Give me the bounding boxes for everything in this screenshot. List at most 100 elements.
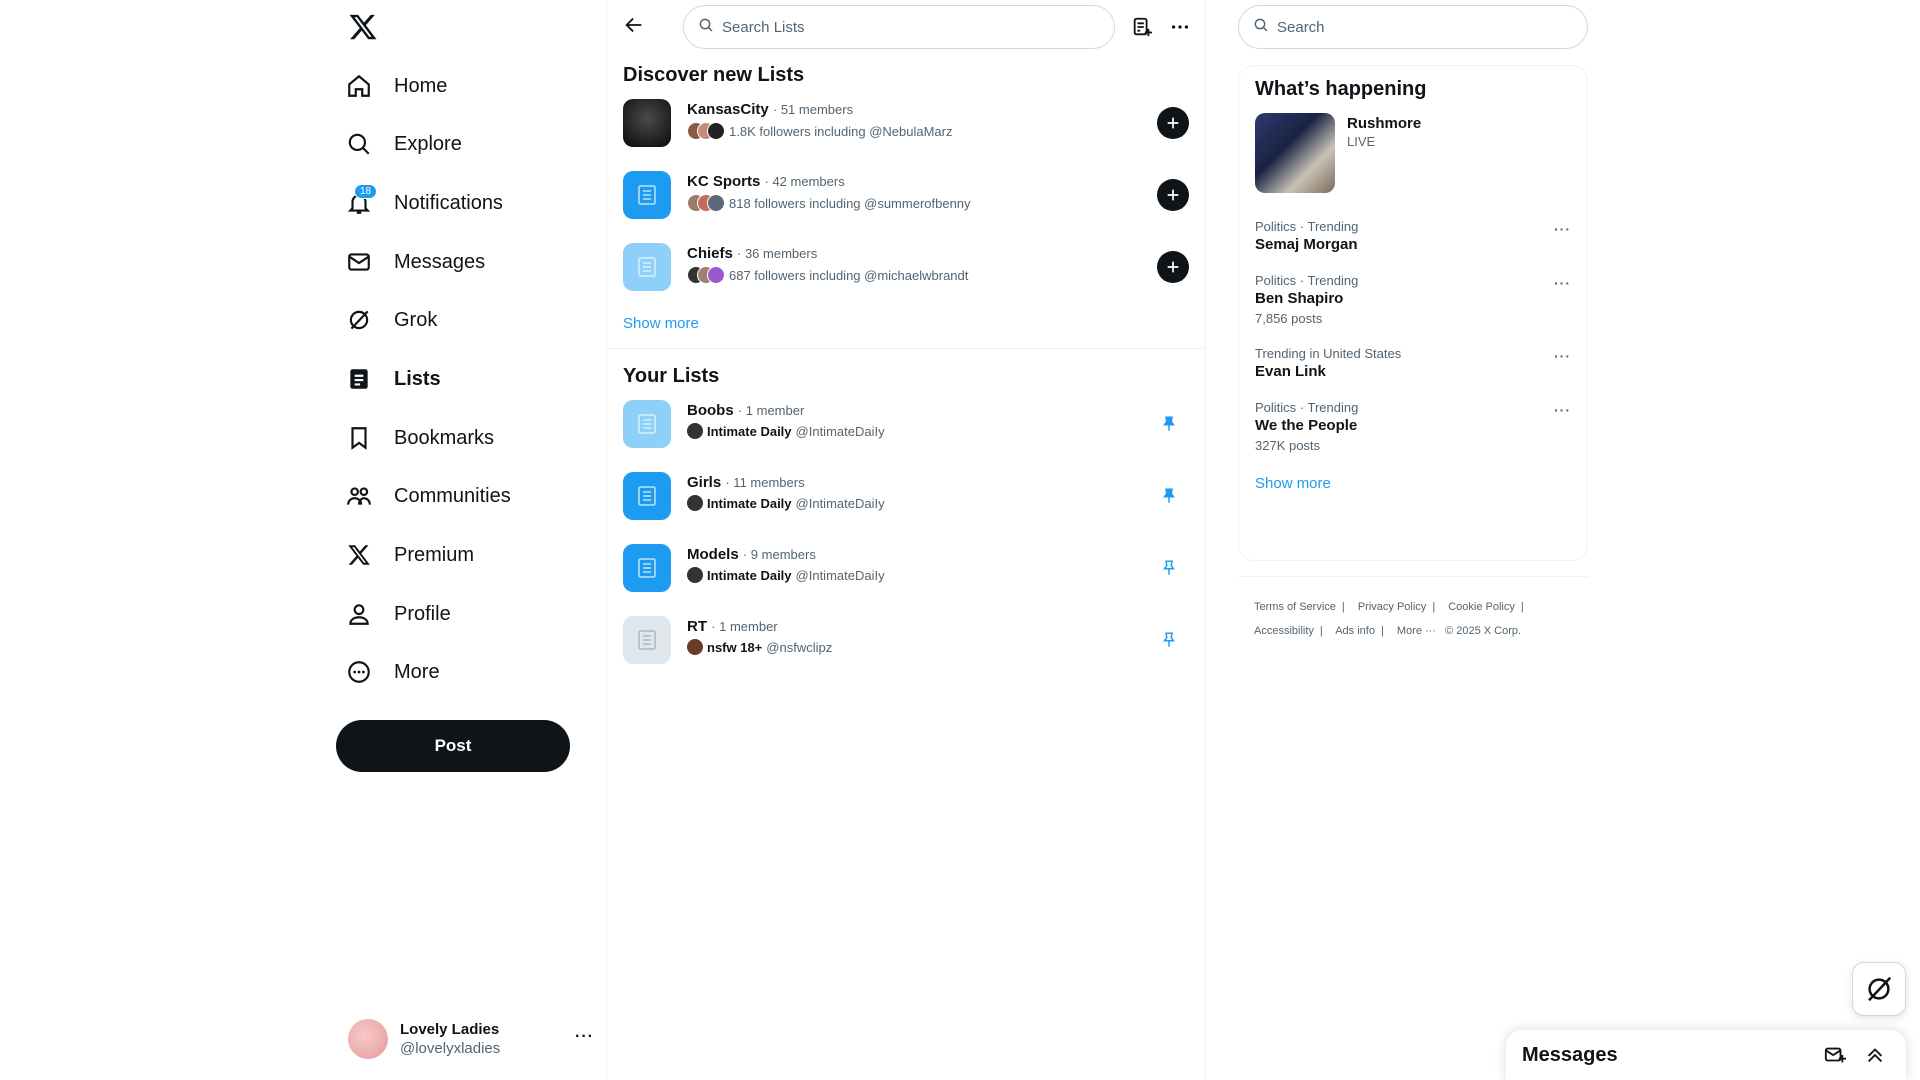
- your-list-item[interactable]: Boobs · 1 member Intimate Daily @Intimat…: [607, 388, 1205, 460]
- follower-avatars: [687, 266, 725, 284]
- list-name: Models: [687, 546, 739, 563]
- notification-badge: 18: [354, 184, 378, 199]
- trend-context: Politics · Trending: [1255, 273, 1359, 288]
- list-info: KC Sports · 42 members 818 followers inc…: [687, 173, 971, 212]
- top-bar: [607, 0, 1205, 54]
- follower-avatars: [687, 194, 725, 212]
- pin-list-button[interactable]: [1157, 628, 1181, 652]
- list-doc-icon: [638, 558, 656, 578]
- search-box[interactable]: [1238, 5, 1588, 49]
- more-link[interactable]: More ···: [1397, 625, 1436, 637]
- plus-icon: [1167, 117, 1179, 129]
- discover-list-item[interactable]: KC Sports · 42 members 818 followers inc…: [607, 159, 1205, 231]
- trend-item[interactable]: Trending in United States Evan Link ···: [1239, 336, 1587, 390]
- list-thumbnail: [623, 99, 671, 147]
- more-dots-icon[interactable]: ···: [1554, 348, 1571, 364]
- trend-item[interactable]: Politics · Trending We the People 327K p…: [1239, 390, 1587, 463]
- more-dots-icon[interactable]: [1167, 14, 1193, 40]
- list-owner-name: Intimate Daily: [707, 423, 792, 439]
- follower-avatars: [687, 122, 725, 140]
- trend-name: Semaj Morgan: [1255, 236, 1358, 253]
- list-thumbnail: [623, 243, 671, 291]
- nav-communities[interactable]: Communities: [344, 470, 511, 522]
- left-navigation: Home Explore 18 Notifications Messages G…: [330, 0, 606, 1080]
- nav-explore[interactable]: Explore: [344, 118, 462, 170]
- more-dots-icon[interactable]: ···: [1554, 402, 1571, 418]
- account-switcher[interactable]: Lovely Ladies @lovelyxladies ···: [348, 1012, 598, 1066]
- search-input[interactable]: [1277, 18, 1577, 36]
- follow-list-button[interactable]: [1157, 179, 1189, 211]
- back-arrow-icon[interactable]: [623, 14, 649, 40]
- nav-label: More: [394, 660, 440, 683]
- nav-notifications[interactable]: 18 Notifications: [344, 177, 503, 229]
- owner-avatar: [687, 639, 703, 655]
- post-button[interactable]: Post: [336, 720, 570, 772]
- list-name: KC Sports: [687, 173, 761, 190]
- list-info: Models · 9 members Intimate Daily @Intim…: [687, 546, 885, 583]
- follow-list-button[interactable]: [1157, 107, 1189, 139]
- account-handle: @lovelyxladies: [400, 1040, 501, 1057]
- x-logo-icon[interactable]: [348, 12, 382, 46]
- cookie-link[interactable]: Cookie Policy: [1448, 601, 1515, 613]
- grok-icon: [1868, 976, 1892, 1002]
- privacy-link[interactable]: Privacy Policy: [1358, 601, 1426, 613]
- more-dots-icon[interactable]: ···: [1554, 275, 1571, 291]
- trend-post-count: 7,856 posts: [1255, 311, 1323, 326]
- discover-list-item[interactable]: Chiefs · 36 members 687 followers includ…: [607, 231, 1205, 303]
- trend-item[interactable]: Politics · Trending Semaj Morgan ···: [1239, 209, 1587, 263]
- list-owner-handle: @IntimateDaiIy: [795, 495, 885, 511]
- list-owner-handle: @IntimateDaiIy: [795, 567, 885, 583]
- owner-avatar: [687, 423, 703, 439]
- unpin-list-button[interactable]: [1157, 484, 1181, 508]
- nav-premium[interactable]: Premium: [344, 529, 474, 581]
- live-status: LIVE: [1347, 134, 1376, 149]
- nav-grok[interactable]: Grok: [344, 294, 437, 346]
- create-list-icon[interactable]: [1129, 14, 1155, 40]
- messages-drawer-title: Messages: [1522, 1043, 1618, 1066]
- discover-show-more-link[interactable]: Show more: [607, 303, 1205, 348]
- nav-lists[interactable]: Lists: [344, 353, 441, 405]
- search-lists-box[interactable]: [683, 5, 1115, 49]
- nav-home[interactable]: Home: [344, 60, 447, 112]
- follow-list-button[interactable]: [1157, 251, 1189, 283]
- list-name: Girls: [687, 474, 722, 491]
- terms-link[interactable]: Terms of Service: [1254, 601, 1336, 613]
- nav-messages[interactable]: Messages: [344, 236, 485, 288]
- trend-item[interactable]: Politics · Trending Ben Shapiro 7,856 po…: [1239, 263, 1587, 336]
- ads-info-link[interactable]: Ads info: [1335, 625, 1375, 637]
- live-event-image: [1255, 113, 1335, 193]
- footer-links: Terms of Service | Privacy Policy | Cookie…: [1238, 576, 1588, 643]
- nav-bookmarks[interactable]: Bookmarks: [344, 412, 494, 464]
- search-lists-input[interactable]: [722, 18, 1082, 36]
- pin-filled-icon: [1163, 488, 1175, 503]
- nav-label: Profile: [394, 602, 451, 625]
- your-list-item[interactable]: Models · 9 members Intimate Daily @Intim…: [607, 532, 1205, 604]
- nav-more[interactable]: More: [344, 646, 440, 698]
- live-event-item[interactable]: Rushmore LIVE: [1239, 113, 1587, 201]
- more-dots-icon[interactable]: ···: [1554, 221, 1571, 237]
- your-list-item[interactable]: Girls · 11 members Intimate Daily @Intim…: [607, 460, 1205, 532]
- pin-list-button[interactable]: [1157, 556, 1181, 580]
- unpin-list-button[interactable]: [1157, 412, 1181, 436]
- accessibility-link[interactable]: Accessibility: [1254, 625, 1314, 637]
- list-owner-name: Intimate Daily: [707, 567, 792, 583]
- list-thumbnail: [623, 171, 671, 219]
- list-doc-icon: [638, 185, 656, 205]
- home-icon: [344, 71, 374, 101]
- list-doc-icon: [638, 257, 656, 277]
- messages-drawer[interactable]: Messages: [1506, 1030, 1906, 1080]
- new-message-icon[interactable]: [1820, 1040, 1850, 1070]
- nav-profile[interactable]: Profile: [344, 588, 451, 640]
- list-owner-name: nsfw 18+: [707, 639, 763, 655]
- discover-list-item[interactable]: KansasCity · 51 members 1.8K followers i…: [607, 87, 1205, 159]
- expand-chevron-icon[interactable]: [1860, 1040, 1890, 1070]
- list-doc-icon: [638, 414, 656, 434]
- grok-float-button[interactable]: [1852, 962, 1906, 1016]
- plus-icon: [1167, 261, 1179, 273]
- search-icon: [698, 17, 714, 38]
- whats-happening-title: What’s happening: [1255, 78, 1427, 100]
- live-event-name: Rushmore: [1347, 115, 1422, 132]
- trends-show-more-link[interactable]: Show more: [1239, 463, 1587, 504]
- your-list-item[interactable]: RT · 1 member nsfw 18+ @nsfwclipz: [607, 604, 1205, 676]
- list-thumbnail: [623, 616, 671, 664]
